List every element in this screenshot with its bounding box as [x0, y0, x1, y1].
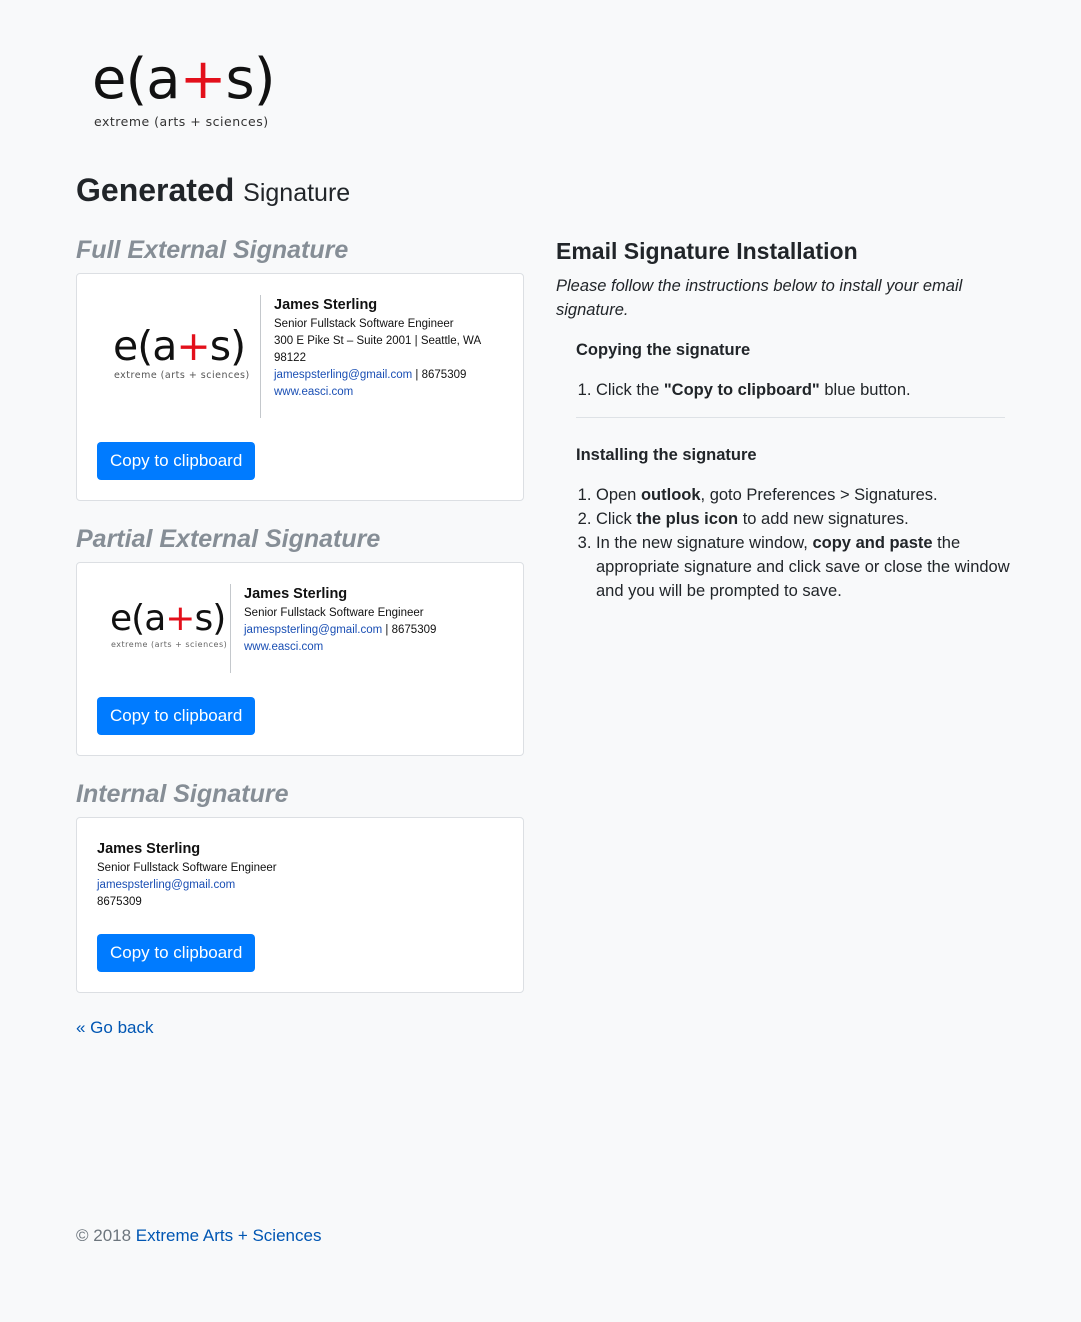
installing-section: Installing the signature Open outlook, g…	[556, 443, 1011, 603]
copying-step-1: Click the "Copy to clipboard" blue butto…	[596, 378, 1011, 402]
installing-steps: Open outlook, goto Preferences > Signatu…	[576, 483, 1011, 603]
signature-name: James Sterling	[97, 841, 201, 857]
signature-title: Senior Fullstack Software Engineer	[97, 862, 277, 874]
signature-divider	[260, 295, 261, 418]
partial-signature-heading: Partial External Signature	[76, 525, 381, 553]
page-title: Generated Signature	[76, 172, 351, 208]
signature-title: Senior Fullstack Software Engineer	[244, 607, 424, 619]
installing-title: Installing the signature	[576, 446, 757, 464]
signature-title: Senior Fullstack Software Engineer	[274, 318, 454, 330]
partial-signature-details: James Sterling Senior Fullstack Software…	[244, 584, 484, 656]
signature-name: James Sterling	[274, 297, 378, 313]
internal-signature-heading: Internal Signature	[76, 780, 289, 808]
full-signature-details: James Sterling Senior Fullstack Software…	[274, 295, 489, 401]
footer: © 2018 Extreme Arts + Sciences	[76, 1226, 321, 1246]
instructions-intro: Please follow the instructions below to …	[556, 277, 963, 319]
signature-phone: 8675309	[97, 896, 142, 908]
signature-phone: | 8675309	[382, 624, 437, 636]
signature-website-link[interactable]: www.easci.com	[274, 386, 353, 398]
copy-partial-signature-button[interactable]: Copy to clipboard	[97, 697, 256, 735]
footer-company-link[interactable]: Extreme Arts + Sciences	[136, 1226, 322, 1245]
copy-full-signature-button[interactable]: Copy to clipboard	[97, 442, 256, 480]
logo-wordmark: e(a+s)	[92, 47, 276, 112]
signature-email-link[interactable]: jamespsterling@gmail.com	[274, 369, 412, 381]
logo-tagline: extreme (arts + sciences)	[94, 114, 269, 129]
installation-instructions: Email Signature Installation Please foll…	[556, 236, 1011, 603]
signature-name: James Sterling	[244, 586, 348, 602]
signature-logo: e(a+s) extreme (arts + sciences)	[110, 598, 228, 650]
signature-phone: | 8675309	[412, 369, 467, 381]
copying-title: Copying the signature	[576, 341, 751, 359]
copying-section: Copying the signature Click the "Copy to…	[556, 338, 1011, 402]
internal-signature-card: James Sterling Senior Fullstack Software…	[76, 817, 524, 993]
internal-signature-details: James Sterling Senior Fullstack Software…	[97, 839, 397, 911]
section-divider	[576, 417, 1005, 418]
copying-steps: Click the "Copy to clipboard" blue butto…	[576, 378, 1011, 402]
signature-address: 300 E Pike St – Suite 2001 | Seattle, WA…	[274, 335, 481, 364]
full-signature-heading: Full External Signature	[76, 236, 349, 264]
installing-step-3: In the new signature window, copy and pa…	[596, 531, 1011, 603]
signature-website-link[interactable]: www.easci.com	[244, 641, 323, 653]
installing-step-1: Open outlook, goto Preferences > Signatu…	[596, 483, 1011, 507]
go-back-link[interactable]: « Go back	[76, 1018, 154, 1038]
copy-internal-signature-button[interactable]: Copy to clipboard	[97, 934, 256, 972]
copyright-text: © 2018	[76, 1226, 136, 1245]
signature-divider	[230, 584, 231, 673]
eas-logo: e(a+s) extreme (arts + sciences)	[92, 47, 282, 130]
signature-email-link[interactable]: jamespsterling@gmail.com	[97, 879, 235, 891]
partial-signature-card: e(a+s) extreme (arts + sciences) James S…	[76, 562, 524, 756]
signature-email-link[interactable]: jamespsterling@gmail.com	[244, 624, 382, 636]
signature-logo: e(a+s) extreme (arts + sciences)	[113, 322, 250, 382]
installing-step-2: Click the plus icon to add new signature…	[596, 507, 1011, 531]
full-signature-card: e(a+s) extreme (arts + sciences) James S…	[76, 273, 524, 501]
instructions-heading: Email Signature Installation	[556, 238, 858, 264]
